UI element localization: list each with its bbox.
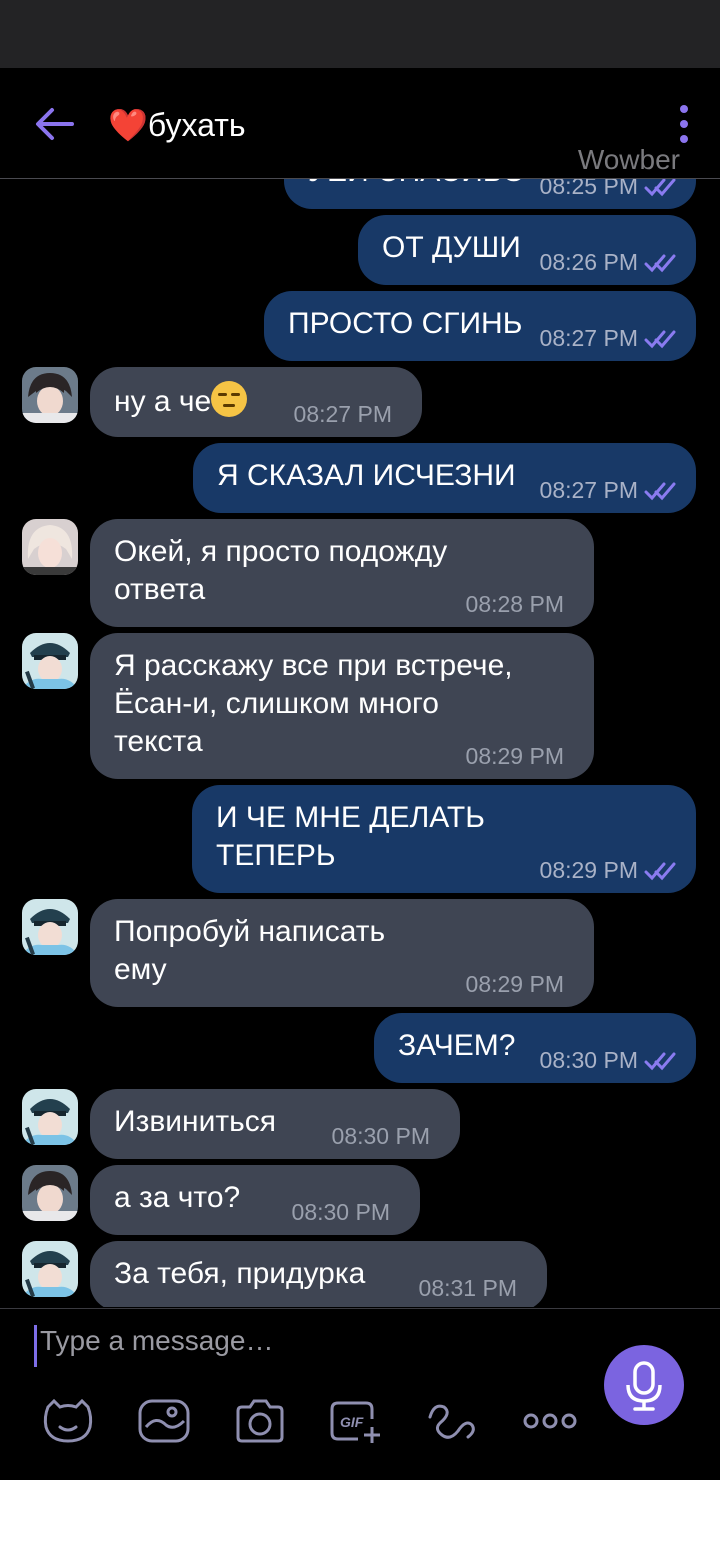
message-time: 08:30 PM: [291, 1199, 390, 1225]
avatar-police-cap: [22, 899, 78, 955]
outgoing-message[interactable]: И ЧЕ МНЕ ДЕЛАТЬ ТЕПЕРЬ 08:29 PM: [192, 785, 696, 893]
chat-header: ❤️бухать Wowber: [0, 68, 720, 179]
svg-text:GIF: GIF: [340, 1414, 364, 1430]
message-time: 08:29 PM: [539, 857, 638, 883]
avatar[interactable]: [22, 899, 78, 955]
message-time: 08:30 PM: [331, 1123, 430, 1149]
message-time: 08:27 PM: [539, 325, 638, 351]
read-checkmarks-icon: [644, 862, 676, 881]
chat-title[interactable]: ❤️бухать: [108, 106, 246, 144]
avatar[interactable]: [22, 633, 78, 689]
read-checkmarks-icon: [644, 179, 676, 197]
incoming-message[interactable]: Окей, я просто подожду ответа 08:28 PM: [90, 519, 594, 627]
outgoing-message[interactable]: ОТ ДУШИ 08:26 PM: [358, 215, 696, 285]
system-nav-bar: [0, 1480, 720, 1560]
message-time: 08:28 PM: [465, 591, 564, 617]
unamused-face-icon: [211, 381, 248, 417]
incoming-message[interactable]: а за что? 08:30 PM: [90, 1165, 420, 1235]
outgoing-message[interactable]: ПРОСТО СГИНЬ 08:27 PM: [264, 291, 696, 361]
text-cursor: [34, 1325, 37, 1367]
gif-icon[interactable]: GIF: [328, 1397, 384, 1445]
avatar-dark-hair: [22, 367, 78, 423]
avatar-dark-hair: [22, 1165, 78, 1221]
message-time: 08:27 PM: [539, 477, 638, 503]
incoming-message[interactable]: Попробуй написать ему 08:29 PM: [90, 899, 594, 1007]
incoming-message[interactable]: Извиниться 08:30 PM: [90, 1089, 460, 1159]
camera-icon[interactable]: [232, 1397, 288, 1445]
avatar-blonde: [22, 519, 78, 575]
read-checkmarks-icon: [644, 482, 676, 501]
incoming-message[interactable]: За тебя, придурка 08:31 PM: [90, 1241, 547, 1307]
message-time: 08:31 PM: [418, 1275, 517, 1301]
avatar-police-cap: [22, 1089, 78, 1145]
incoming-message[interactable]: ну а че 08:27 PM: [90, 367, 422, 437]
avatar-police-cap: [22, 633, 78, 689]
message-list[interactable]: УЕЙ СПАСИБО08:25 PM ОТ ДУШИ08:26 PMПРОСТО…: [0, 179, 720, 1307]
heart-emoji: ❤️: [108, 107, 148, 143]
message-time: 08:25 PM: [539, 179, 638, 199]
avatar[interactable]: [22, 1165, 78, 1221]
more-icon[interactable]: [522, 1397, 578, 1445]
message-input[interactable]: [34, 1325, 580, 1357]
microphone-icon: [626, 1361, 662, 1411]
composer: GIF: [0, 1308, 720, 1481]
mic-button[interactable]: [604, 1345, 684, 1425]
read-checkmarks-icon: [644, 1052, 676, 1071]
read-checkmarks-icon: [644, 254, 676, 273]
incoming-message[interactable]: Я расскажу все при встрече, Ёсан-и, слиш…: [90, 633, 594, 779]
message-time: 08:29 PM: [465, 971, 564, 997]
more-vertical-icon[interactable]: [678, 104, 690, 144]
doodle-icon[interactable]: [424, 1397, 480, 1445]
avatar[interactable]: [22, 1241, 78, 1297]
message-time: 08:29 PM: [465, 743, 564, 769]
chat-title-text: бухать: [147, 107, 246, 143]
message-time: 08:30 PM: [539, 1047, 638, 1073]
message-time: 08:26 PM: [539, 249, 638, 275]
message-time: 08:27 PM: [293, 401, 392, 427]
back-arrow-icon[interactable]: [30, 104, 78, 144]
watermark: Wowber: [577, 144, 680, 175]
gallery-icon[interactable]: [136, 1397, 192, 1445]
avatar-police-cap: [22, 1241, 78, 1297]
sticker-icon[interactable]: [40, 1397, 96, 1445]
outgoing-message[interactable]: УЕЙ СПАСИБО08:25 PM: [284, 179, 696, 209]
avatar[interactable]: [22, 519, 78, 575]
outgoing-message[interactable]: Я СКАЗАЛ ИСЧЕЗНИ 08:27 PM: [193, 443, 696, 513]
status-bar: [0, 0, 720, 68]
read-checkmarks-icon: [644, 330, 676, 349]
message-input-wrap[interactable]: [34, 1325, 580, 1369]
outgoing-message[interactable]: ЗАЧЕМ? 08:30 PM: [374, 1013, 696, 1083]
avatar[interactable]: [22, 367, 78, 423]
avatar[interactable]: [22, 1089, 78, 1145]
